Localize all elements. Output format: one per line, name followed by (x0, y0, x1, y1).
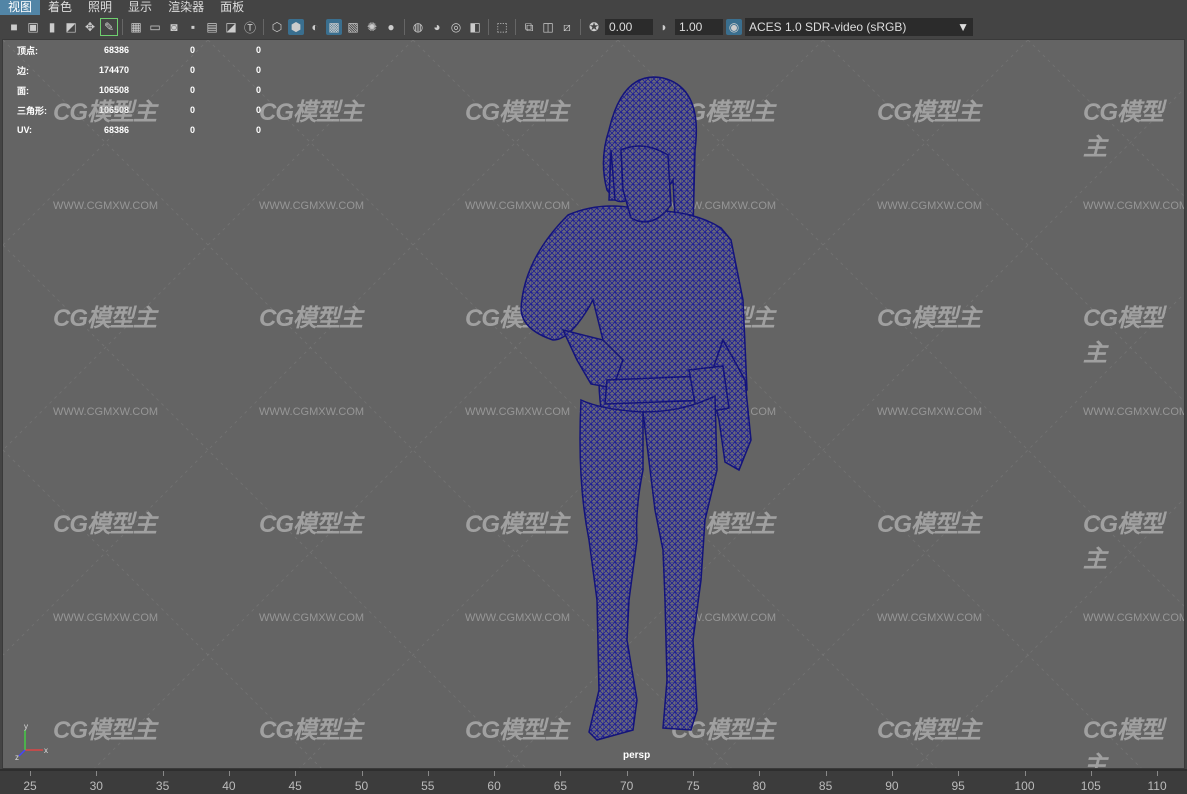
timeline-tick-mark (891, 771, 893, 776)
timeline-tick-mark (825, 771, 827, 776)
timeline-tick-mark (361, 771, 363, 776)
gamma-field[interactable]: 1.00 (675, 19, 723, 35)
menu-panels[interactable]: 面板 (212, 0, 252, 15)
timeline-tick-mark (958, 771, 960, 776)
timeline-tick-label: 45 (288, 779, 302, 793)
camera-icon[interactable]: ■ (6, 19, 22, 35)
wireframe-character-mesh[interactable] (3, 40, 1185, 769)
timeline-tick-label: 70 (620, 779, 634, 793)
timeline-tick-label: 50 (354, 779, 369, 793)
film-gate-icon[interactable]: ▭ (147, 19, 163, 35)
toolbar-separator (488, 19, 489, 35)
backface-icon[interactable]: ⧄ (559, 19, 575, 35)
timeline-tick-label: 95 (951, 779, 965, 793)
menu-show[interactable]: 显示 (120, 0, 160, 15)
toolbar-separator (515, 19, 516, 35)
wireframe-icon[interactable]: ⬡ (269, 19, 285, 35)
view-transform-value: ACES 1.0 SDR-video (sRGB) (749, 20, 907, 34)
exposure-field[interactable]: 0.00 (605, 19, 653, 35)
timeline-tick-label: 75 (686, 779, 700, 793)
timeline-tick-mark (494, 771, 496, 776)
timeline-tick-mark (560, 771, 562, 776)
timeline-tick-label: 40 (222, 779, 236, 793)
smooth-shade-icon[interactable]: ⬢ (288, 19, 304, 35)
timeline-tick-mark (693, 771, 694, 776)
image-plane-icon[interactable]: ◩ (63, 19, 79, 35)
timeline-tick-mark (295, 771, 297, 776)
timeline-tick-label: 110 (1147, 779, 1167, 793)
timeline-tick-label: 60 (487, 779, 501, 793)
timeline-tick-mark (1090, 771, 1092, 776)
chevron-down-icon: ▼ (957, 20, 969, 34)
toolbar-separator (404, 19, 405, 35)
panel-menubar: 视图 着色 照明 显示 渲染器 面板 (0, 0, 1187, 15)
menu-shading[interactable]: 着色 (40, 0, 80, 15)
panel-toolbar: ■ ▣ ▮ ◩ ✥ ✎ ▦ ▭ ◙ ▪ ▤ ◪ Ⓣ ⬡ ⬢ ◐ ▩ ▧ ✺ ● … (0, 15, 1187, 39)
timeline-tick-label: 85 (818, 779, 833, 793)
timeline-tick-mark (96, 771, 98, 776)
axis-y-label: y (24, 722, 28, 731)
timeline-tick-label: 65 (553, 779, 568, 793)
toolbar-separator (263, 19, 264, 35)
safe-action-icon[interactable]: ◪ (223, 19, 239, 35)
gamma-icon[interactable]: ◗ (656, 19, 672, 35)
toolbar-separator (580, 19, 581, 35)
view-transform-select[interactable]: ACES 1.0 SDR-video (sRGB) ▼ (745, 18, 973, 36)
exposure-icon[interactable]: ✪ (586, 19, 602, 35)
timeline-tick-label: 30 (89, 779, 103, 793)
menu-lighting[interactable]: 照明 (80, 0, 120, 15)
camera-attr-icon[interactable]: ▣ (25, 19, 41, 35)
timeline-tick-label: 100 (1014, 779, 1035, 793)
toolbar-separator (122, 19, 123, 35)
pin-icon[interactable]: ✥ (82, 19, 98, 35)
gate-mask-icon[interactable]: ▪ (185, 19, 201, 35)
timeline-tick-label: 80 (752, 779, 766, 793)
menu-view[interactable]: 视图 (0, 0, 41, 15)
timeline-tick-mark (427, 771, 429, 776)
motion-blur-icon[interactable]: ◕ (429, 19, 445, 35)
use-all-lights-icon[interactable]: ✺ (364, 19, 380, 35)
timeline-tick-mark (759, 771, 761, 776)
time-slider[interactable]: 25 30 35 40 45 50 55 60 65 70 75 80 85 90 95 100 105 110 (0, 769, 1187, 794)
resolution-gate-icon[interactable]: ◙ (166, 19, 182, 35)
grease-pencil-icon[interactable]: ✎ (100, 18, 118, 36)
screen-space-ao-icon[interactable]: ◍ (410, 19, 426, 35)
field-chart-icon[interactable]: ▤ (204, 19, 220, 35)
axis-gizmo: y x z (15, 720, 55, 765)
depth-of-field-icon[interactable]: ◧ (467, 19, 483, 35)
timeline-tick-label: 90 (885, 779, 899, 793)
timeline-tick-label: 105 (1080, 779, 1101, 793)
color-manage-icon[interactable]: ◉ (726, 19, 742, 35)
timeline-tick-mark (1024, 771, 1026, 776)
shadows-icon[interactable]: ● (383, 19, 399, 35)
menu-renderer[interactable]: 渲染器 (160, 0, 212, 15)
grid-icon[interactable]: ▦ (128, 19, 144, 35)
3d-viewport[interactable]: 顶点: 68386 0 0 边: 174470 0 0 面: 106508 0 … (2, 39, 1185, 769)
bookmark-icon[interactable]: ▮ (44, 19, 60, 35)
xray-active-icon[interactable]: ◫ (540, 19, 556, 35)
camera-label: persp (623, 750, 651, 761)
timeline-tick-mark (626, 771, 628, 776)
axis-z-label: z (15, 753, 19, 760)
timeline-tick-label: 35 (155, 779, 170, 793)
default-material-icon[interactable]: ◐ (307, 19, 323, 35)
axis-gizmo-icon: y x z (15, 722, 48, 762)
xray-icon[interactable]: ▧ (345, 19, 361, 35)
axis-x-label: x (44, 746, 48, 755)
timeline-tick-mark (228, 771, 230, 776)
isolate-select-icon[interactable]: ⬚ (494, 19, 510, 35)
timeline-tick-mark (30, 771, 31, 776)
xray-joints-icon[interactable]: ⧉ (521, 19, 537, 35)
safe-title-icon[interactable]: Ⓣ (242, 19, 258, 35)
timeline-tick-label: 25 (23, 779, 37, 793)
timeline-tick-mark (1157, 771, 1159, 776)
timeline-tick-label: 55 (421, 779, 435, 793)
wireframe-on-shaded-icon[interactable]: ▩ (326, 19, 342, 35)
timeline-tick-mark (162, 771, 164, 776)
multisample-icon[interactable]: ◎ (448, 19, 464, 35)
